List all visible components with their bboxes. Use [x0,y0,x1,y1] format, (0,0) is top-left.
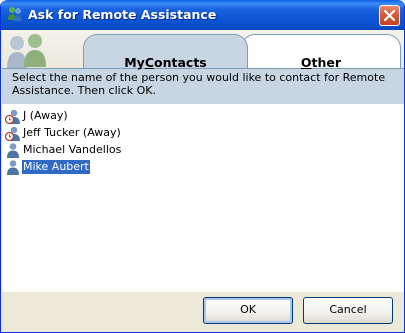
tab-other-label: Other [300,55,342,70]
contact-icon [7,143,19,158]
cancel-button[interactable]: Cancel [303,297,393,324]
contact-name: Michael Vandellos [23,143,122,156]
list-item[interactable]: Jeff Tucker (Away) [5,125,122,141]
contact-name: J (Away) [23,109,68,122]
contact-away-icon [5,109,20,124]
contact-list[interactable]: J (Away) Jeff Tucker (Away) Michael Vand… [2,104,404,292]
close-icon [384,10,395,21]
list-item[interactable]: J (Away) [5,108,69,124]
list-item-selected[interactable]: Mike Aubert [5,159,90,175]
close-button[interactable] [379,5,400,26]
tab-my-contacts[interactable]: My Contacts [83,34,248,70]
remote-assistance-dialog: Ask for Remote Assistance Other My Conta… [0,0,405,333]
instruction-text: Select the name of the person you would … [2,68,404,104]
tab-other[interactable]: Other [241,34,401,70]
contact-icon [7,160,19,175]
contact-name: Jeff Tucker (Away) [23,126,121,139]
contact-away-icon [5,126,20,141]
window-title: Ask for Remote Assistance [28,7,217,22]
tab-my-contacts-label: My Contacts [124,55,207,70]
ok-button[interactable]: OK [203,297,293,324]
title-bar[interactable]: Ask for Remote Assistance [1,0,404,30]
contact-name: Mike Aubert [22,160,90,174]
people-logo-icon [7,34,46,69]
remote-assistance-icon [8,7,22,21]
list-item[interactable]: Michael Vandellos [5,142,122,158]
